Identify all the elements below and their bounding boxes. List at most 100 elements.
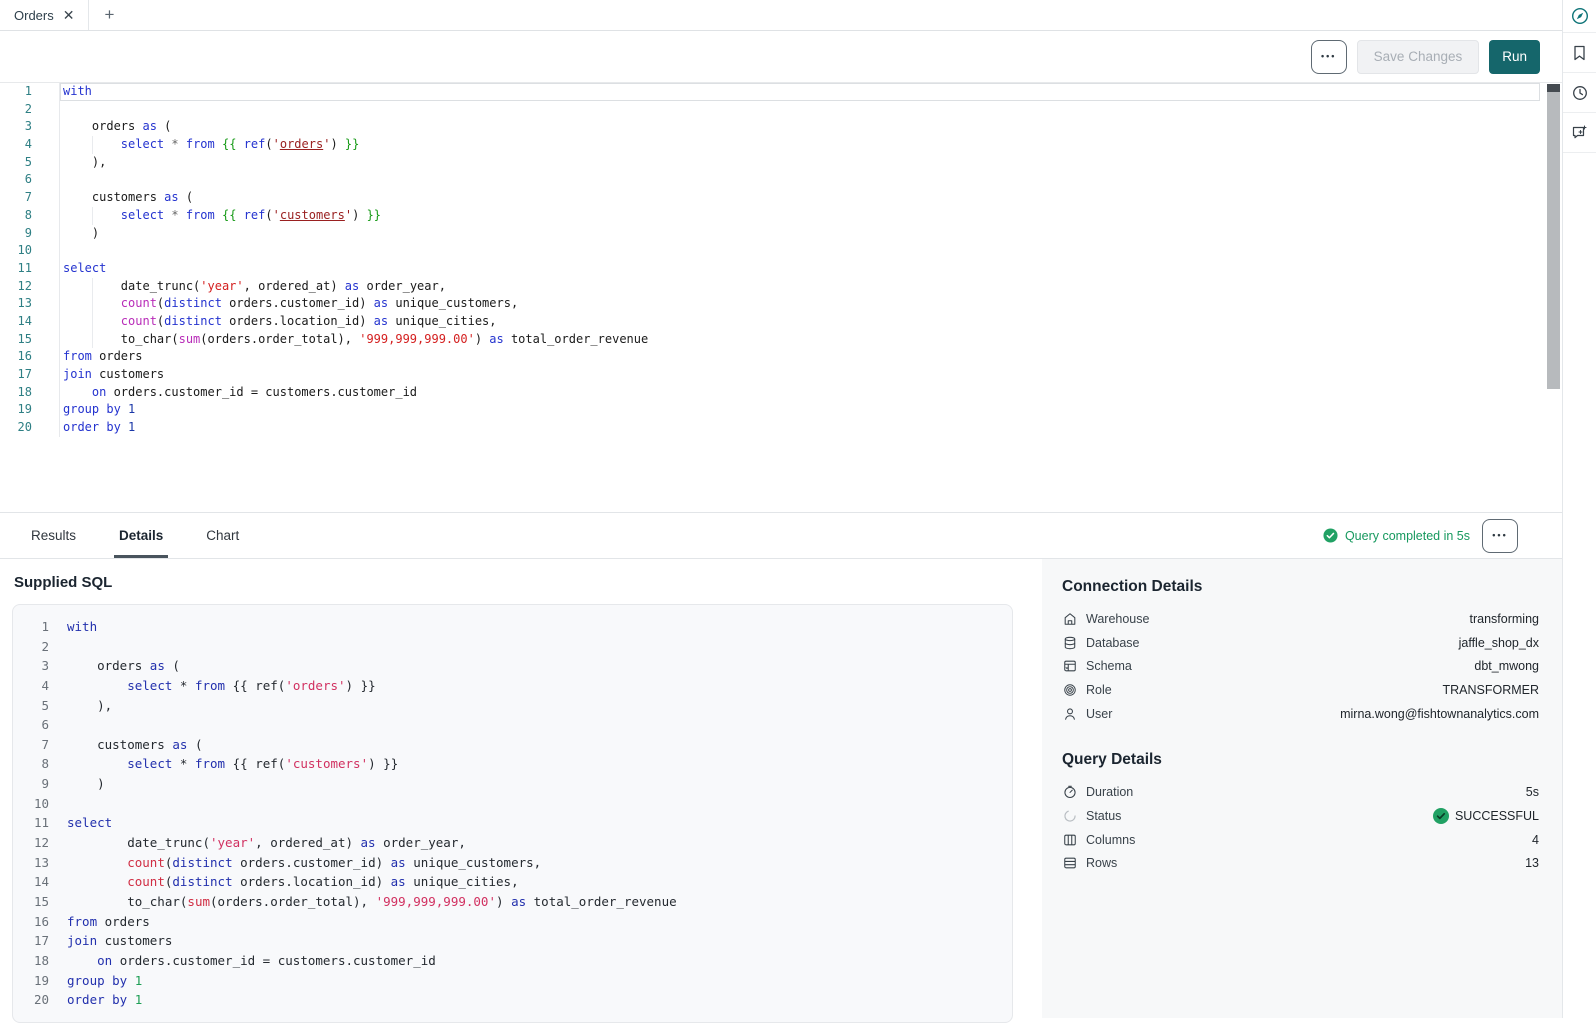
detail-row-duration: Duration 5s bbox=[1062, 780, 1539, 804]
schema-icon bbox=[1062, 658, 1078, 674]
tab-chart[interactable]: Chart bbox=[201, 513, 244, 558]
user-icon bbox=[1062, 706, 1078, 722]
code-line: 8 select * from {{ ref('customers') }} bbox=[0, 207, 1562, 225]
detail-label: Schema bbox=[1086, 659, 1132, 673]
line-number: 3 bbox=[0, 118, 60, 136]
line-number: 12 bbox=[13, 833, 57, 853]
detail-row-status: Status SUCCESSFUL bbox=[1062, 804, 1539, 828]
editor-more-options-button[interactable]: ••• bbox=[1311, 40, 1347, 74]
code-line: 11select bbox=[0, 260, 1562, 278]
code-line: 5 ), bbox=[0, 154, 1562, 172]
new-tab-button[interactable]: + bbox=[89, 0, 129, 30]
editor-toolbar: ••• Save Changes Run bbox=[0, 31, 1562, 83]
line-number: 18 bbox=[0, 384, 60, 402]
code-line: 16from orders bbox=[13, 912, 1012, 932]
feedback-icon bbox=[1571, 124, 1588, 141]
line-number: 14 bbox=[0, 313, 60, 331]
line-number: 10 bbox=[13, 794, 57, 814]
feedback-button[interactable] bbox=[1563, 113, 1596, 153]
tab-details[interactable]: Details bbox=[114, 513, 168, 558]
scrollbar-cap bbox=[1547, 84, 1560, 92]
code-line: 15 to_char(sum(orders.order_total), '999… bbox=[0, 331, 1562, 349]
code-line: 3 orders as ( bbox=[13, 656, 1012, 676]
line-number: 19 bbox=[13, 971, 57, 991]
tab-orders[interactable]: Orders ✕ bbox=[0, 0, 89, 30]
detail-value: transforming bbox=[1470, 612, 1539, 626]
line-number: 15 bbox=[13, 892, 57, 912]
code-line: 14 count(distinct orders.location_id) as… bbox=[13, 872, 1012, 892]
tab-results[interactable]: Results bbox=[26, 513, 81, 558]
line-number: 4 bbox=[0, 136, 60, 154]
line-number: 15 bbox=[0, 331, 60, 349]
main-area: Orders ✕ + ••• Save Changes Run 1with23 … bbox=[0, 0, 1562, 1018]
line-number: 6 bbox=[0, 171, 60, 189]
code-line: 16from orders bbox=[0, 348, 1562, 366]
warehouse-icon bbox=[1062, 611, 1078, 627]
line-number: 5 bbox=[0, 154, 60, 172]
line-number: 14 bbox=[13, 872, 57, 892]
sql-editor-code[interactable]: 1with23 orders as (4 select * from {{ re… bbox=[0, 83, 1562, 437]
code-line: 7 customers as ( bbox=[0, 189, 1562, 207]
ellipsis-icon: ••• bbox=[1492, 531, 1507, 540]
detail-row-role: Role TRANSFORMER bbox=[1062, 678, 1539, 702]
line-number: 7 bbox=[0, 189, 60, 207]
line-number: 19 bbox=[0, 401, 60, 419]
file-tab-bar: Orders ✕ + bbox=[0, 0, 1562, 31]
line-number: 16 bbox=[0, 348, 60, 366]
editor-vertical-scrollbar[interactable] bbox=[1547, 84, 1560, 504]
detail-value: TRANSFORMER bbox=[1442, 683, 1539, 697]
code-line: 1with bbox=[0, 83, 1562, 101]
run-button[interactable]: Run bbox=[1489, 40, 1540, 74]
status-successful-value: SUCCESSFUL bbox=[1433, 808, 1539, 824]
line-number: 2 bbox=[0, 101, 60, 119]
code-line: 10 bbox=[13, 794, 1012, 814]
history-button[interactable] bbox=[1563, 73, 1596, 113]
detail-row-rows: Rows 13 bbox=[1062, 852, 1539, 876]
supplied-sql-code: 1with23 orders as (4 select * from {{ re… bbox=[12, 604, 1013, 1023]
code-line: 9 ) bbox=[0, 225, 1562, 243]
line-number: 6 bbox=[13, 715, 57, 735]
duration-icon bbox=[1062, 784, 1078, 800]
detail-row-database: Database jaffle_shop_dx bbox=[1062, 631, 1539, 655]
detail-label: Database bbox=[1086, 636, 1140, 650]
detail-row-columns: Columns 4 bbox=[1062, 828, 1539, 852]
code-line: 20order by 1 bbox=[0, 419, 1562, 437]
code-line: 3 orders as ( bbox=[0, 118, 1562, 136]
code-line: 15 to_char(sum(orders.order_total), '999… bbox=[13, 892, 1012, 912]
bookmark-button[interactable] bbox=[1563, 33, 1596, 73]
code-line: 2 bbox=[0, 101, 1562, 119]
results-panel: Results Details Chart Query completed in… bbox=[0, 512, 1562, 1018]
detail-label: Duration bbox=[1086, 785, 1133, 799]
code-line: 13 count(distinct orders.customer_id) as… bbox=[13, 853, 1012, 873]
detail-label: Status bbox=[1086, 809, 1121, 823]
line-number: 5 bbox=[13, 696, 57, 716]
detail-value: dbt_mwong bbox=[1474, 659, 1539, 673]
results-more-options-button[interactable]: ••• bbox=[1482, 519, 1518, 553]
code-line: 17join customers bbox=[0, 366, 1562, 384]
results-tabs: Results Details Chart bbox=[26, 513, 244, 558]
role-icon bbox=[1062, 682, 1078, 698]
scrollbar-thumb[interactable] bbox=[1547, 92, 1560, 389]
sql-editor[interactable]: 1with23 orders as (4 select * from {{ re… bbox=[0, 83, 1562, 512]
query-details-title: Query Details bbox=[1062, 751, 1539, 769]
detail-value: 5s bbox=[1526, 785, 1539, 799]
close-tab-icon[interactable]: ✕ bbox=[63, 8, 75, 22]
code-line: 17join customers bbox=[13, 931, 1012, 951]
line-number: 17 bbox=[13, 931, 57, 951]
line-number: 20 bbox=[0, 419, 60, 437]
detail-label: Role bbox=[1086, 683, 1112, 697]
code-line: 18 on orders.customer_id = customers.cus… bbox=[13, 951, 1012, 971]
copilot-compass-icon bbox=[1571, 7, 1589, 25]
code-line: 2 bbox=[13, 637, 1012, 657]
line-number: 4 bbox=[13, 676, 57, 696]
copilot-button[interactable] bbox=[1563, 0, 1596, 33]
detail-value: 4 bbox=[1532, 833, 1539, 847]
line-number: 8 bbox=[13, 754, 57, 774]
code-line: 11select bbox=[13, 813, 1012, 833]
code-line: 20order by 1 bbox=[13, 990, 1012, 1010]
code-line: 7 customers as ( bbox=[13, 735, 1012, 755]
line-number: 12 bbox=[0, 278, 60, 296]
details-tab-content: Supplied SQL 1with23 orders as (4 select… bbox=[0, 559, 1562, 1018]
code-line: 8 select * from {{ ref('customers') }} bbox=[13, 754, 1012, 774]
save-changes-button[interactable]: Save Changes bbox=[1357, 40, 1480, 74]
